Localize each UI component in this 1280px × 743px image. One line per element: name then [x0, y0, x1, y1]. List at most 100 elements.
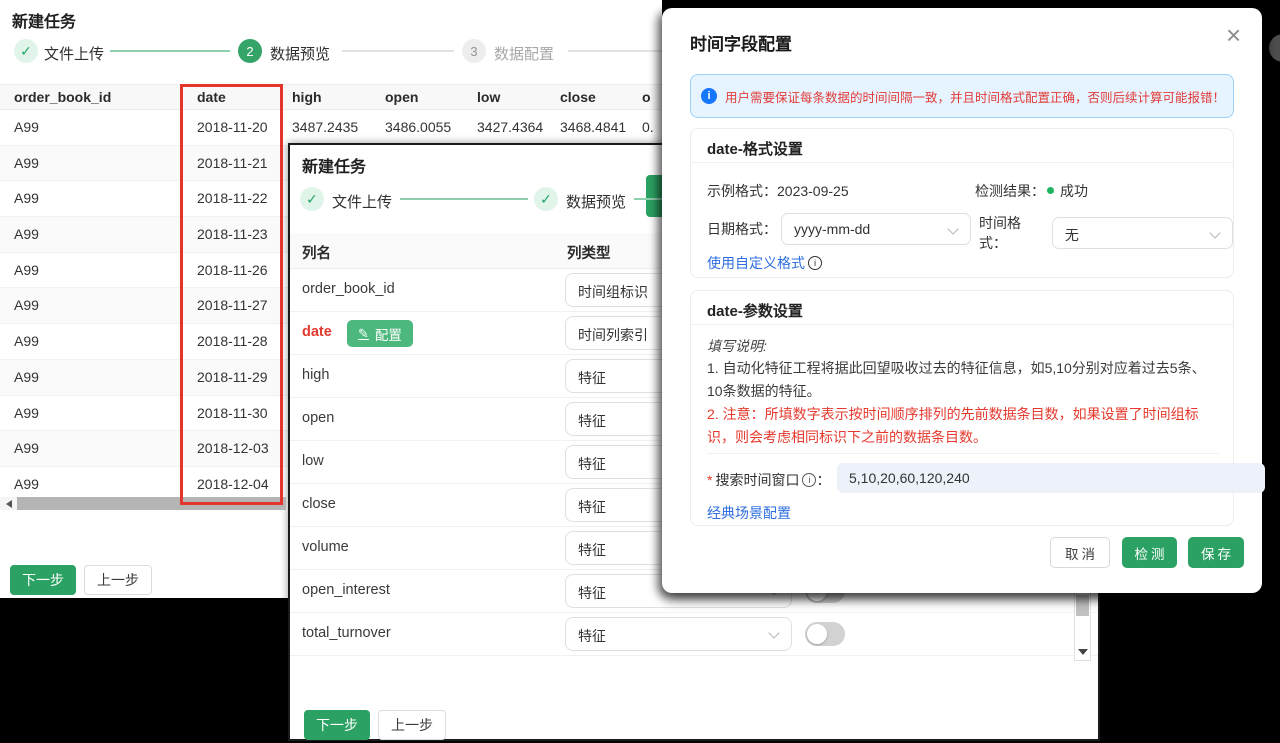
custom-format-link[interactable]: 使用自定义格式 [707, 253, 805, 273]
card-title: date-参数设置 [707, 300, 803, 321]
column-header: open [385, 89, 418, 105]
step-active-circle: 2 [238, 39, 262, 63]
step-done-icon: ✓ [14, 39, 38, 63]
column-header: o [642, 89, 651, 105]
info-icon: i [701, 88, 717, 104]
selected-value: 无 [1065, 225, 1079, 245]
cell-date: 2018-11-20 [197, 119, 268, 135]
cell-order-book-id: A99 [14, 226, 39, 242]
column-header: date [197, 89, 226, 105]
cell-value: 3468.4841 [560, 119, 626, 135]
close-icon[interactable]: × [1226, 22, 1241, 48]
date-format-select[interactable]: yyyy-mm-dd [781, 213, 971, 245]
configure-button[interactable]: ✎配置 [347, 320, 413, 347]
prev-step-button[interactable]: 上一步 [84, 565, 152, 595]
selected-value: 时间列索引 [578, 325, 648, 345]
search-window-input[interactable] [837, 463, 1265, 493]
divider [707, 453, 1219, 454]
info-icon: i [808, 256, 822, 270]
column-header: order_book_id [14, 89, 111, 105]
cell-order-book-id: A99 [14, 405, 39, 421]
card-header: date-格式设置 [691, 129, 1233, 163]
time-format-select[interactable]: 无 [1052, 217, 1233, 249]
search-window-label: 搜索时间窗口 [715, 470, 799, 490]
cell-value: 3486.0055 [385, 119, 451, 135]
note-2: 2. 注意：所填数字表示按时间顺序排列的先前数据条目数，如果设置了时间组标识，则… [707, 403, 1219, 449]
search-window-label-row: * 搜索时间窗口 i ： [707, 470, 830, 490]
info-alert: i 用户需要保证每条数据的时间间隔一致，并且时间格式配置正确，否则后续计算可能报… [690, 74, 1234, 118]
vertical-scrollbar[interactable] [1074, 591, 1091, 661]
detect-result-row: 检测结果： 成功 [975, 181, 1088, 201]
selected-value: 特征 [578, 454, 606, 474]
card-header: date-参数设置 [691, 291, 1233, 325]
selected-value: 特征 [578, 368, 606, 388]
date-format-label: 日期格式： [707, 219, 777, 239]
label-colon: ： [816, 470, 830, 490]
column-name: volume [302, 539, 349, 555]
step-line [110, 50, 230, 52]
cell-order-book-id: A99 [14, 190, 39, 206]
cell-date: 2018-11-23 [197, 226, 268, 242]
note-1: 1. 自动化特征工程将据此回望吸收过去的特征信息，如5,10分别对应着过去5条、… [707, 357, 1219, 403]
step-label-preview: 数据预览 [566, 191, 626, 212]
cell-date: 2018-11-29 [197, 369, 268, 385]
column-type-select[interactable]: 特征 [565, 617, 792, 651]
modal-title: 时间字段配置 [690, 30, 792, 55]
table-row: A992018-11-203487.24353486.00553427.4364… [0, 110, 662, 146]
cell-date: 2018-11-30 [197, 405, 268, 421]
chevron-down-icon [947, 223, 958, 234]
step-line [400, 198, 528, 200]
prev-step-button[interactable]: 上一步 [378, 710, 446, 740]
chevron-down-icon [1209, 227, 1220, 238]
cell-order-book-id: A99 [14, 297, 39, 313]
column-name: open [302, 410, 334, 426]
scrollbar-thumb[interactable] [1076, 595, 1089, 616]
step-label-upload: 文件上传 [332, 191, 392, 212]
step-label-preview: 数据预览 [270, 43, 330, 64]
toggle-knob [807, 624, 827, 644]
scrollbar-thumb[interactable] [17, 497, 286, 510]
required-asterisk: * [707, 472, 712, 488]
step-number: 2 [246, 44, 253, 59]
background-circle-button [1269, 34, 1280, 62]
horizontal-scrollbar[interactable] [0, 497, 286, 510]
next-step-button[interactable]: 下一步 [10, 565, 76, 595]
step-label-config: 数据配置 [494, 43, 554, 64]
sample-format-value: 2023-09-25 [777, 183, 849, 199]
next-step-button[interactable]: 下一步 [304, 710, 370, 740]
scroll-left-arrow[interactable] [0, 497, 17, 510]
cell-date: 2018-11-28 [197, 333, 268, 349]
scroll-down-arrow[interactable] [1078, 649, 1088, 655]
cancel-button[interactable]: 取消 [1050, 537, 1110, 568]
column-name: close [302, 496, 336, 512]
classic-config-row: 经典场景配置 [707, 503, 791, 523]
column-name: low [302, 453, 324, 469]
cell-value: 3427.4364 [477, 119, 543, 135]
column-header: high [292, 89, 322, 105]
cell-date: 2018-11-26 [197, 262, 268, 278]
screen: 新建任务 ✓ 文件上传 2 数据预览 3 数据配置 order_book_idd… [0, 0, 1280, 743]
sample-format-label: 示例格式： [707, 181, 777, 201]
column-row: total_turnover特征 [290, 613, 1098, 656]
detect-button[interactable]: 检测 [1122, 537, 1177, 568]
check-icon: ✓ [20, 43, 32, 60]
column-name: open_interest [302, 582, 390, 598]
cell-order-book-id: A99 [14, 369, 39, 385]
detect-result-value: 成功 [1060, 181, 1088, 201]
time-format-row: 时间格式： 无 [979, 213, 1233, 253]
column-name: order_book_id [302, 281, 395, 297]
feature-toggle[interactable] [805, 622, 845, 646]
cell-order-book-id: A99 [14, 440, 39, 456]
selected-value: 特征 [578, 583, 606, 603]
check-icon: ✓ [306, 191, 318, 208]
save-button[interactable]: 保存 [1188, 537, 1244, 568]
selected-value: 特征 [578, 411, 606, 431]
column-name: high [302, 367, 329, 383]
step-number: 3 [470, 44, 477, 59]
classic-scene-link[interactable]: 经典场景配置 [707, 503, 791, 523]
note-heading: 填写说明: [707, 335, 1219, 358]
selected-value: 特征 [578, 626, 606, 646]
sample-format-row: 示例格式： 2023-09-25 [707, 181, 849, 201]
time-format-label: 时间格式： [979, 213, 1048, 253]
time-field-config-modal: 时间字段配置 × i 用户需要保证每条数据的时间间隔一致，并且时间格式配置正确，… [662, 8, 1262, 593]
